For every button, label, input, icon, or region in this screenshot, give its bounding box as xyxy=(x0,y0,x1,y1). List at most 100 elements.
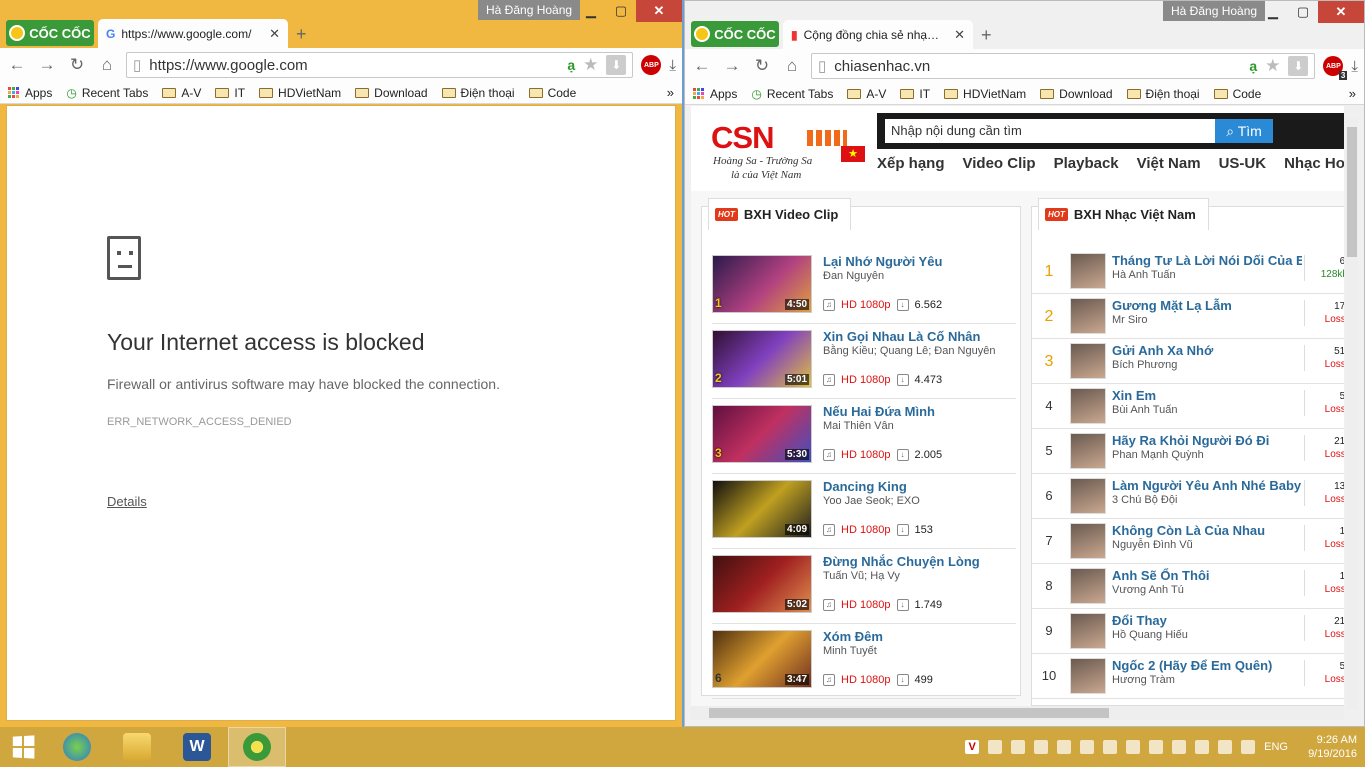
scroll-thumb[interactable] xyxy=(1347,127,1357,257)
video-artist[interactable]: Minh Tuyết xyxy=(823,645,1013,658)
scroll-thumb[interactable] xyxy=(709,708,1109,718)
artist-avatar[interactable] xyxy=(1070,658,1106,694)
adblock-icon[interactable]: ABP xyxy=(641,55,662,75)
song-artist[interactable]: Bích Phương xyxy=(1112,359,1177,371)
video-artist[interactable]: Mai Thiên Vân xyxy=(823,420,1013,433)
forward-icon[interactable]: → xyxy=(721,56,743,76)
address-bar[interactable]: ▯ chiasenhac.vn ạ ★ ⬇ xyxy=(811,53,1316,79)
song-title[interactable]: Không Còn Là Của Nhau xyxy=(1112,523,1302,538)
profile-name[interactable]: Hà Đăng Hoàng xyxy=(478,0,581,20)
taskbar-app-explorer[interactable] xyxy=(108,727,166,767)
artist-avatar[interactable] xyxy=(1070,253,1106,289)
close-window-icon[interactable]: ✕ xyxy=(1318,1,1364,23)
close-window-icon[interactable]: ✕ xyxy=(636,0,682,22)
video-artist[interactable]: Đan Nguyên xyxy=(823,270,1013,283)
new-tab-button[interactable]: + xyxy=(981,25,992,46)
song-title[interactable]: Gương Mặt Lạ Lẫm xyxy=(1112,298,1302,313)
song-title[interactable]: Tháng Tư Là Lời Nói Dối Của Em xyxy=(1112,253,1302,268)
song-artist[interactable]: Hương Tràm xyxy=(1112,674,1175,686)
video-artist[interactable]: Yoo Jae Seok; EXO xyxy=(823,495,1013,508)
video-thumbnail[interactable]: 4:09 xyxy=(712,480,812,538)
unikey-icon[interactable]: V xyxy=(965,740,980,754)
video-title[interactable]: Đừng Nhắc Chuyện Lòng xyxy=(823,554,980,569)
tray-app-icon[interactable] xyxy=(1195,740,1210,754)
video-row[interactable]: 5:02 Đừng Nhắc Chuyện Lòng Tuấn Vũ; Hạ V… xyxy=(712,549,1016,624)
song-title[interactable]: Anh Sẽ Ổn Thôi xyxy=(1112,568,1302,583)
vertical-scrollbar[interactable] xyxy=(1346,119,1358,709)
bookmark-folder-av[interactable]: A-V xyxy=(847,87,886,101)
song-row[interactable]: 3 Gửi Anh Xa NhớBích Phương 51.Lossl xyxy=(1032,339,1344,384)
nav-xep-hang[interactable]: Xếp hạng xyxy=(877,155,945,172)
video-thumbnail[interactable]: 6 3:47 xyxy=(712,630,812,688)
bookmark-star-icon[interactable]: ★ xyxy=(583,55,598,75)
adblock-icon[interactable]: ABP 3 xyxy=(1323,56,1348,80)
tray-app-icon[interactable] xyxy=(1149,740,1164,754)
home-icon[interactable]: ⌂ xyxy=(96,55,118,75)
song-row[interactable]: 5 Hãy Ra Khỏi Người Đó Đi Phan Mạnh Quỳnh 2… xyxy=(1032,429,1344,474)
song-row[interactable]: 1 Tháng Tư Là Lời Nói Dối Của Em Hà Anh Tu… xyxy=(1032,249,1344,294)
save-video-icon[interactable]: ⬇ xyxy=(1288,56,1309,76)
song-row[interactable]: 2 Gương Mặt Lạ LẫmMr Siro 17.Lossl xyxy=(1032,294,1344,339)
song-title[interactable]: Xin Em xyxy=(1112,388,1302,403)
bookmark-apps[interactable]: Apps xyxy=(693,87,737,101)
video-thumbnail[interactable]: 1 4:50 xyxy=(712,255,812,313)
song-row[interactable]: 10 Ngốc 2 (Hãy Để Em Quên)Hương Tràm 5.Los… xyxy=(1032,654,1344,699)
downloads-icon[interactable]: ⤓ xyxy=(1351,58,1358,75)
home-icon[interactable]: ⌂ xyxy=(781,56,803,76)
wifi-signal-icon[interactable] xyxy=(1218,740,1233,754)
video-artist[interactable]: Tuấn Vũ; Hạ Vy xyxy=(823,570,1013,583)
forward-icon[interactable]: → xyxy=(36,55,58,75)
video-title[interactable]: Xóm Đêm xyxy=(823,629,883,644)
bookmarks-overflow-icon[interactable]: » xyxy=(667,85,674,100)
bookmark-folder-download[interactable]: Download xyxy=(1040,87,1113,101)
video-row[interactable]: 4:09 Dancing King Yoo Jae Seok; EXO ♫ HD … xyxy=(712,474,1016,549)
bookmark-folder-download[interactable]: Download xyxy=(355,86,428,100)
video-row[interactable]: 1 4:50 Lại Nhớ Người Yêu Đan Nguyên ♫ HD 1… xyxy=(712,249,1016,324)
search-input[interactable]: Nhập nội dung cần tìm xyxy=(885,119,1215,143)
start-button[interactable] xyxy=(0,727,46,767)
bookmark-folder-code[interactable]: Code xyxy=(528,86,576,100)
video-chart-tab[interactable]: HOT BXH Video Clip xyxy=(708,198,852,230)
nav-us-uk[interactable]: US-UK xyxy=(1219,155,1267,172)
horizontal-scrollbar[interactable] xyxy=(691,706,1344,720)
song-artist[interactable]: Mr Siro xyxy=(1112,314,1147,326)
bookmark-folder-it[interactable]: IT xyxy=(215,86,245,100)
song-title[interactable]: Ngốc 2 (Hãy Để Em Quên) xyxy=(1112,658,1302,673)
bookmark-folder-hdvietnam[interactable]: HDVietNam xyxy=(259,86,341,100)
details-link[interactable]: Details xyxy=(107,494,147,509)
profile-name[interactable]: Hà Đăng Hoàng xyxy=(1163,1,1266,21)
minimize-icon[interactable]: ▁ xyxy=(1258,1,1288,23)
taskbar-app-coccoc[interactable] xyxy=(228,727,286,767)
song-title[interactable]: Đổi Thay xyxy=(1112,613,1302,628)
bookmark-folder-dienthoai[interactable]: Điện thoại xyxy=(1126,87,1200,101)
song-row[interactable]: 7 Không Còn Là Của NhauNguyễn Đình Vũ 1.Lo… xyxy=(1032,519,1344,564)
tray-app-icon[interactable] xyxy=(1103,740,1118,754)
vietnamese-input-icon[interactable]: ạ xyxy=(1249,58,1257,74)
nav-video-clip[interactable]: Video Clip xyxy=(963,155,1036,172)
tray-app-icon[interactable] xyxy=(1172,740,1187,754)
reload-icon[interactable]: ↻ xyxy=(66,55,88,75)
video-row[interactable]: 3 5:30 Nếu Hai Đứa Mình Mai Thiên Vân ♫ HD… xyxy=(712,399,1016,474)
song-artist[interactable]: Hà Anh Tuấn xyxy=(1112,269,1176,281)
song-row[interactable]: 9 Đổi ThayHồ Quang Hiếu 21.Lossl xyxy=(1032,609,1344,654)
nvidia-icon[interactable] xyxy=(1080,740,1095,754)
maximize-icon[interactable]: ▢ xyxy=(606,0,636,22)
artist-avatar[interactable] xyxy=(1070,568,1106,604)
back-icon[interactable]: ← xyxy=(691,56,713,76)
song-title[interactable]: Gửi Anh Xa Nhớ xyxy=(1112,343,1302,358)
tray-app-icon[interactable] xyxy=(1057,740,1072,754)
back-icon[interactable]: ← xyxy=(6,55,28,75)
artist-avatar[interactable] xyxy=(1070,478,1106,514)
bluetooth-icon[interactable] xyxy=(1126,740,1141,754)
reload-icon[interactable]: ↻ xyxy=(751,56,773,76)
song-artist[interactable]: Hồ Quang Hiếu xyxy=(1112,629,1188,641)
downloads-icon[interactable]: ⤓ xyxy=(669,57,676,74)
bookmark-star-icon[interactable]: ★ xyxy=(1265,56,1280,76)
tray-app-icon[interactable] xyxy=(1034,740,1049,754)
video-title[interactable]: Dancing King xyxy=(823,479,907,494)
nav-playback[interactable]: Playback xyxy=(1054,155,1119,172)
bookmark-folder-code[interactable]: Code xyxy=(1213,87,1261,101)
song-artist[interactable]: Vương Anh Tú xyxy=(1112,584,1184,596)
tray-app-icon[interactable] xyxy=(988,740,1003,754)
artist-avatar[interactable] xyxy=(1070,343,1106,379)
